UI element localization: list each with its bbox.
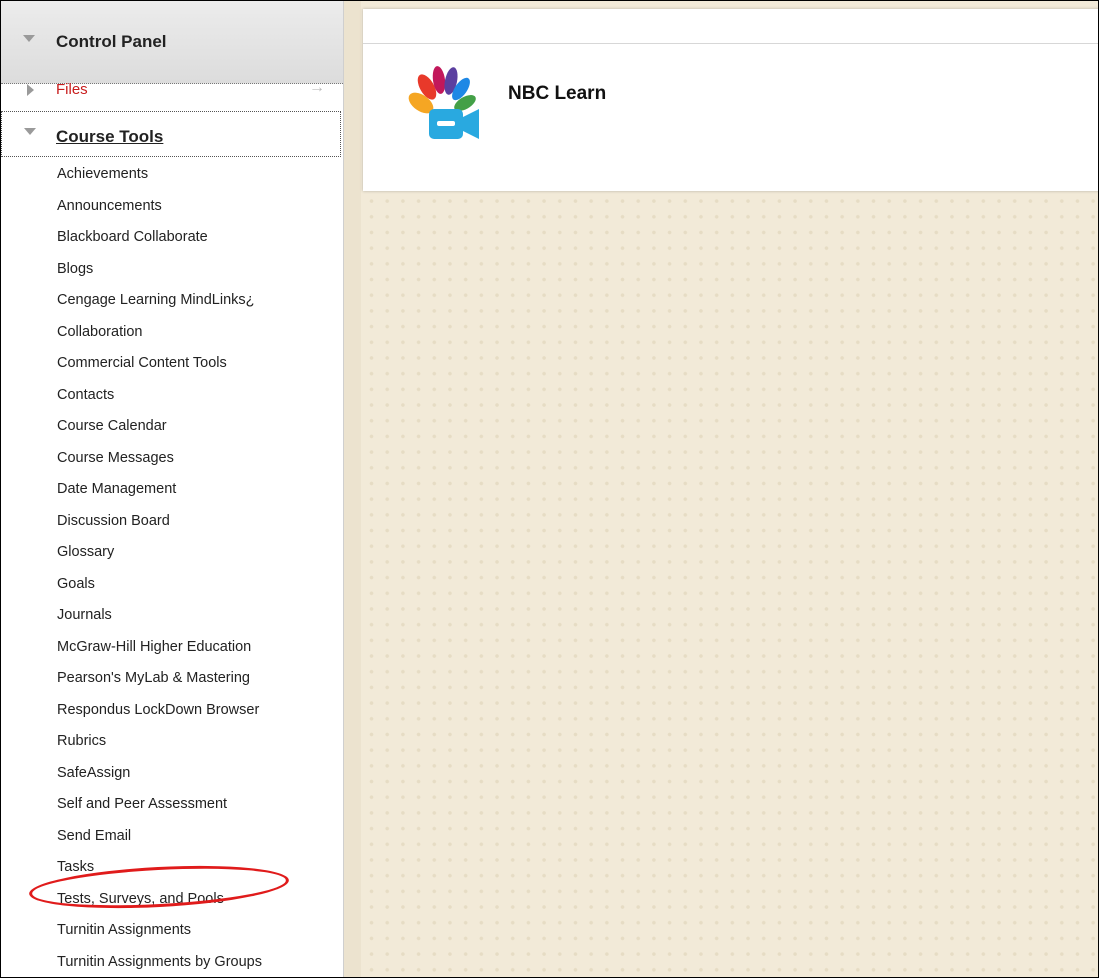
course-tool-item[interactable]: Pearson's MyLab & Mastering — [57, 670, 262, 702]
course-tools-list: Achievements Announcements Blackboard Coll… — [57, 166, 262, 978]
course-tools-link[interactable]: Course Tools — [56, 127, 163, 147]
course-tool-item[interactable]: Contacts — [57, 387, 262, 419]
arrow-right-icon: → — [309, 79, 325, 96]
course-tool-item[interactable]: Discussion Board — [57, 513, 262, 545]
course-tools-row[interactable] — [1, 111, 341, 157]
course-tool-item[interactable]: Blogs — [57, 261, 262, 293]
course-tool-item[interactable]: Rubrics — [57, 733, 262, 765]
course-tool-item[interactable]: Turnitin Assignments by Groups — [57, 954, 262, 978]
module-title: NBC Learn — [508, 83, 607, 104]
nbc-learn-module-panel: NBC Learn — [363, 9, 1098, 191]
course-tool-item[interactable]: McGraw-Hill Higher Education — [57, 639, 262, 671]
screen-frame: Control Panel Files → Course Tools Achie… — [0, 0, 1099, 978]
course-menu-sidebar: Control Panel Files → Course Tools Achie… — [1, 1, 344, 977]
panel-divider — [363, 43, 1098, 44]
course-tool-item[interactable]: Achievements — [57, 166, 262, 198]
course-tool-item[interactable]: Course Calendar — [57, 418, 262, 450]
course-tool-item[interactable]: Cengage Learning MindLinks¿ — [57, 292, 262, 324]
course-tool-item[interactable]: SafeAssign — [57, 765, 262, 797]
files-link[interactable]: Files — [56, 81, 88, 98]
course-tool-item[interactable]: Glossary — [57, 544, 262, 576]
course-tool-item[interactable]: Course Messages — [57, 450, 262, 482]
collapse-arrow-icon[interactable] — [23, 35, 35, 42]
course-tool-item[interactable]: Date Management — [57, 481, 262, 513]
course-tool-item[interactable]: Goals — [57, 576, 262, 608]
course-tool-item[interactable]: Commercial Content Tools — [57, 355, 262, 387]
content-edge-shade — [344, 1, 361, 977]
nbc-peacock-video-icon[interactable] — [399, 65, 489, 147]
expand-arrow-icon[interactable] — [27, 84, 34, 96]
collapse-arrow-icon[interactable] — [24, 128, 36, 135]
course-tool-item[interactable]: Announcements — [57, 198, 262, 230]
course-tool-item[interactable]: Respondus LockDown Browser — [57, 702, 262, 734]
control-panel-title[interactable]: Control Panel — [56, 32, 167, 52]
course-tool-item[interactable]: Send Email — [57, 828, 262, 860]
course-tool-item[interactable]: Journals — [57, 607, 262, 639]
files-menu-row[interactable] — [1, 67, 343, 107]
course-tool-item[interactable]: Self and Peer Assessment — [57, 796, 262, 828]
course-tool-item[interactable]: Turnitin Assignments — [57, 922, 262, 954]
course-tool-item[interactable]: Collaboration — [57, 324, 262, 356]
course-tool-item[interactable]: Blackboard Collaborate — [57, 229, 262, 261]
